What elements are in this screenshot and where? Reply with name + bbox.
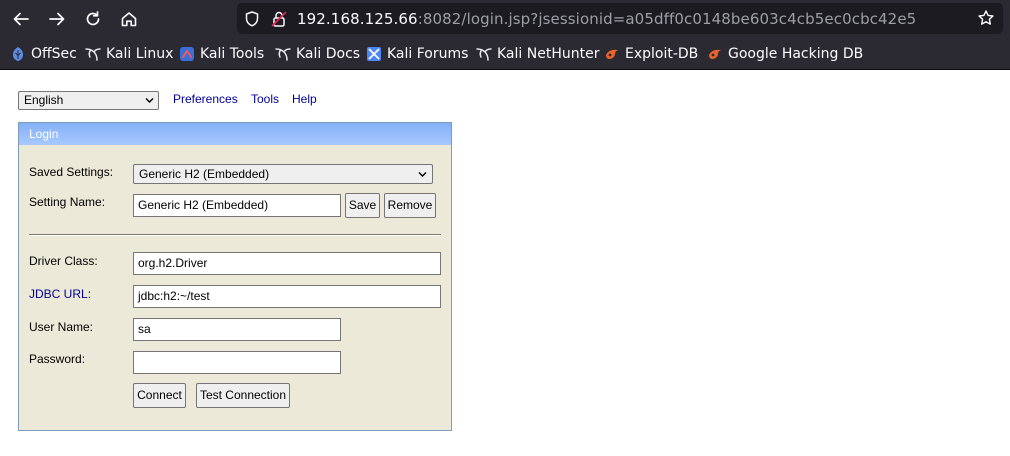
reload-button[interactable] [80, 6, 106, 32]
h2-console-page: English Preferences Tools Help Login Sav… [0, 70, 1010, 456]
url-text[interactable]: 192.168.125.66:8082/login.jsp?jsessionid… [297, 10, 916, 28]
bookmark-label: Kali Docs [296, 46, 361, 62]
driver-class-label: Driver Class: [29, 254, 98, 268]
login-panel: Login Saved Settings: Generic H2 (Embedd… [18, 122, 452, 431]
bookmarks-toolbar: OffSec Kali Linux Kali Tools Kali Docs K… [0, 38, 1010, 68]
shield-icon[interactable] [243, 10, 261, 28]
bookmark-kali-tools[interactable]: Kali Tools [179, 44, 264, 64]
separator [29, 234, 441, 236]
url-host: 192.168.125.66 [297, 10, 418, 28]
jdbc-url-label: JDBC URL: [29, 287, 91, 301]
driver-class-input[interactable]: org.h2.Driver [133, 252, 441, 275]
bookmark-label: Kali Linux [106, 46, 174, 62]
saved-settings-value: Generic H2 (Embedded) [139, 167, 270, 181]
user-name-input[interactable]: sa [133, 318, 341, 341]
bookmark-kali-docs[interactable]: Kali Docs [275, 44, 360, 64]
remove-button[interactable]: Remove [384, 193, 436, 218]
bookmark-label: Exploit-DB [625, 46, 699, 62]
language-value: English [24, 93, 64, 107]
setting-name-label: Setting Name: [29, 195, 106, 209]
bookmark-exploit-db[interactable]: Exploit-DB [604, 44, 698, 64]
bookmark-label: OffSec [31, 46, 77, 62]
reload-icon [86, 11, 100, 26]
jdbc-url-input[interactable]: jdbc:h2:~/test [133, 285, 441, 308]
kali-forums-icon [367, 47, 381, 61]
password-input[interactable] [133, 351, 341, 374]
back-button[interactable] [8, 6, 34, 32]
jdbc-url-colon: : [87, 287, 92, 301]
help-link[interactable]: Help [292, 92, 317, 106]
user-name-label: User Name: [29, 320, 94, 334]
saved-settings-label: Saved Settings: [29, 165, 114, 179]
kali-dragon-icon [85, 48, 101, 61]
jdbc-url-help-link[interactable]: JDBC URL [29, 287, 88, 301]
bookmark-kali-linux[interactable]: Kali Linux [85, 44, 173, 64]
arrow-left-icon [13, 12, 29, 26]
chevron-down-icon [145, 98, 154, 103]
bookmark-label: Kali Forums [387, 46, 469, 62]
preferences-link[interactable]: Preferences [173, 92, 238, 106]
test-connection-button[interactable]: Test Connection [196, 383, 290, 408]
bookmark-star-icon[interactable] [977, 9, 995, 27]
exploit-db-icon [709, 49, 721, 59]
url-path: :8082/login.jsp?jsessionid=a05dff0c0148b… [417, 10, 917, 28]
saved-settings-select[interactable]: Generic H2 (Embedded) [133, 164, 433, 184]
home-button[interactable] [116, 6, 142, 32]
kali-tools-icon [180, 47, 194, 61]
connect-button[interactable]: Connect [133, 383, 186, 408]
password-label: Password: [29, 352, 86, 366]
bookmark-label: Kali NetHunter [497, 46, 600, 62]
arrow-right-icon [49, 12, 65, 26]
bookmark-label: Google Hacking DB [728, 46, 864, 62]
exploit-db-icon [606, 49, 618, 59]
kali-dragon-icon [476, 48, 492, 61]
home-icon [121, 12, 137, 27]
kali-dragon-icon [275, 48, 291, 61]
tools-link[interactable]: Tools [251, 92, 279, 106]
offsec-icon [13, 47, 23, 61]
bookmark-offsec[interactable]: OffSec [10, 44, 77, 64]
bookmark-label: Kali Tools [200, 46, 265, 62]
bookmark-google-hacking-db[interactable]: Google Hacking DB [707, 44, 863, 64]
language-select[interactable]: English [18, 91, 159, 110]
chevron-down-icon [418, 172, 427, 177]
insecure-lock-icon[interactable] [270, 10, 288, 28]
bookmark-kali-forums[interactable]: Kali Forums [366, 44, 468, 64]
login-panel-title: Login [19, 123, 451, 145]
forward-button[interactable] [44, 6, 70, 32]
save-button[interactable]: Save [345, 193, 380, 218]
setting-name-input[interactable]: Generic H2 (Embedded) [133, 194, 341, 217]
browser-chrome: 192.168.125.66:8082/login.jsp?jsessionid… [0, 0, 1010, 70]
bookmark-kali-nethunter[interactable]: Kali NetHunter [476, 44, 599, 64]
address-bar[interactable]: 192.168.125.66:8082/login.jsp?jsessionid… [237, 3, 1003, 34]
